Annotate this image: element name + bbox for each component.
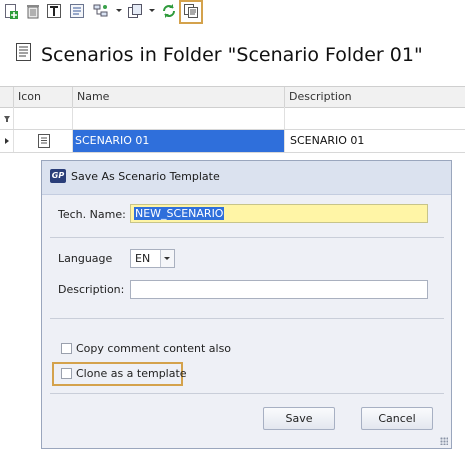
folder-document-icon — [16, 43, 31, 66]
copy-comment-label: Copy comment content also — [76, 342, 232, 355]
page-title: Scenarios in Folder "Scenario Folder 01" — [16, 43, 423, 66]
divider — [50, 393, 444, 394]
description-label: Description: — [58, 283, 125, 296]
text-icon[interactable] — [46, 3, 62, 19]
save-as-template-icon[interactable] — [183, 3, 199, 19]
filter-cell-icon[interactable] — [14, 107, 73, 129]
column-header-name[interactable]: Name — [73, 87, 285, 107]
save-as-template-dialog: GP Save As Scenario Template Tech. Name:… — [41, 160, 452, 449]
page-title-text: Scenarios in Folder "Scenario Folder 01" — [41, 43, 423, 66]
resize-grip-icon[interactable] — [440, 437, 448, 445]
row-indicator-arrow-icon[interactable] — [0, 130, 14, 152]
divider — [50, 318, 444, 319]
description-input[interactable] — [130, 280, 428, 299]
filter-row — [0, 107, 465, 130]
language-select[interactable]: EN — [130, 249, 175, 268]
clone-template-checkbox[interactable] — [61, 368, 72, 379]
save-button[interactable]: Save — [263, 407, 335, 430]
scenario-description-cell[interactable]: SCENARIO 01 — [285, 130, 465, 152]
dialog-title-bar[interactable]: GP Save As Scenario Template — [42, 161, 451, 195]
language-value: EN — [135, 252, 151, 265]
chevron-down-icon[interactable] — [160, 250, 174, 267]
toolbar — [0, 0, 465, 24]
divider — [50, 237, 444, 238]
copy-icon[interactable] — [127, 3, 143, 19]
tech-name-value: NEW_SCENARIO — [134, 207, 225, 220]
scenario-name-cell[interactable]: SCENARIO 01 — [73, 130, 285, 152]
add-icon[interactable] — [3, 3, 19, 19]
refresh-icon[interactable] — [161, 3, 177, 19]
copy-dropdown-icon[interactable] — [149, 9, 155, 12]
column-header-description[interactable]: Description — [285, 87, 465, 107]
column-header-icon[interactable]: Icon — [14, 87, 73, 107]
filter-cell-description[interactable] — [285, 107, 465, 129]
tech-name-input[interactable]: NEW_SCENARIO — [130, 204, 428, 223]
tech-name-label: Tech. Name: — [58, 208, 126, 221]
properties-icon[interactable] — [69, 3, 85, 19]
filter-cell-name[interactable] — [73, 107, 285, 129]
delete-icon[interactable] — [25, 3, 41, 19]
dialog-title: Save As Scenario Template — [71, 170, 220, 183]
table-row[interactable]: SCENARIO 01 SCENARIO 01 — [0, 130, 465, 153]
tree-icon[interactable] — [93, 3, 109, 19]
copy-comment-checkbox[interactable] — [61, 343, 72, 354]
scenario-icon — [14, 130, 73, 152]
row-indicator-header — [0, 87, 14, 107]
filter-icon[interactable] — [0, 107, 14, 129]
clone-template-label: Clone as a template — [76, 367, 187, 380]
tree-dropdown-icon[interactable] — [116, 9, 122, 12]
grid-header: Icon Name Description — [0, 86, 465, 108]
cancel-button[interactable]: Cancel — [361, 407, 433, 430]
app-logo-icon: GP — [50, 169, 66, 183]
language-label: Language — [58, 252, 113, 265]
